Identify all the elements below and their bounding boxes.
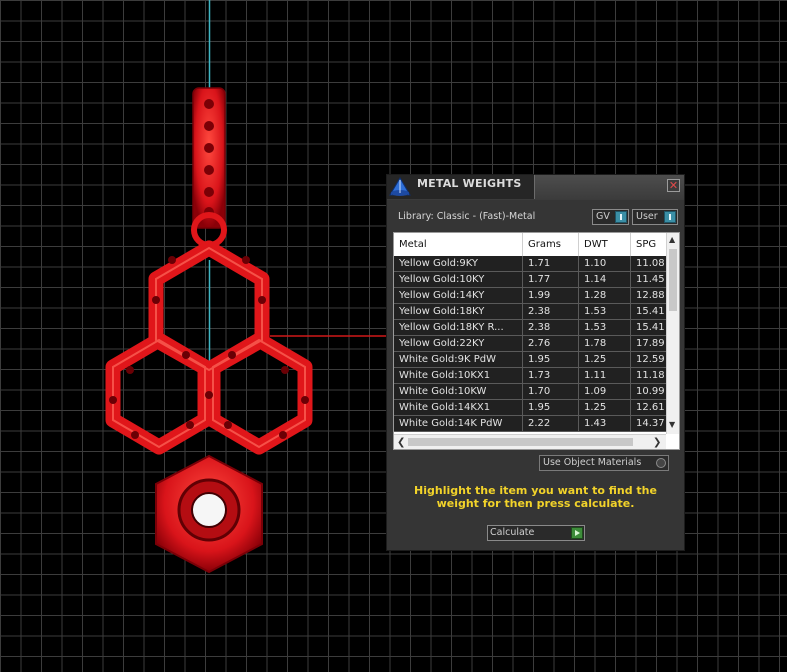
column-header-grams[interactable]: Grams	[523, 233, 579, 256]
cell-dwt: 1.10	[579, 256, 631, 271]
scroll-right-icon[interactable]: ❯	[653, 437, 661, 448]
scroll-down-icon[interactable]: ▼	[669, 420, 675, 429]
cell-spg: 11.08	[631, 256, 671, 271]
table-row[interactable]: Yellow Gold:10KY 1.77 1.14 11.45	[394, 272, 671, 288]
scroll-left-icon[interactable]: ❮	[397, 437, 405, 448]
dialog-title: METAL WEIGHTS	[417, 177, 522, 190]
cell-spg: 15.41	[631, 320, 671, 335]
horizontal-scroll-thumb[interactable]	[408, 438, 633, 446]
cell-metal: White Gold:14K PdW	[394, 416, 523, 431]
column-header-metal[interactable]: Metal	[394, 233, 523, 256]
table-row[interactable]: Yellow Gold:22KY 2.76 1.78 17.89	[394, 336, 671, 352]
cell-metal: Yellow Gold:14KY	[394, 288, 523, 303]
table-row[interactable]: White Gold:9K PdW 1.95 1.25 12.59	[394, 352, 671, 368]
instruction-text: Highlight the item you want to find the …	[414, 484, 657, 510]
table-row[interactable]: White Gold:14K PdW 2.22 1.43 14.37	[394, 416, 671, 432]
vertical-scrollbar[interactable]: ▲ ▼	[666, 233, 679, 434]
metal-weights-dialog: METAL WEIGHTS ✕ Library: Classic - (Fast…	[386, 174, 685, 551]
title-tab: METAL WEIGHTS	[387, 175, 535, 199]
cell-metal: White Gold:9K PdW	[394, 352, 523, 367]
cell-dwt: 1.53	[579, 304, 631, 319]
calculate-button[interactable]: Calculate	[487, 525, 585, 541]
cell-grams: 1.73	[523, 368, 579, 383]
cell-metal: Yellow Gold:10KY	[394, 272, 523, 287]
cell-metal: White Gold:10KX1	[394, 368, 523, 383]
cell-grams: 2.38	[523, 304, 579, 319]
metal-weights-table: Metal Grams DWT SPG Yellow Gold:9KY 1.71 1…	[393, 232, 680, 450]
use-object-materials-label: Use Object Materials	[543, 457, 642, 468]
cell-metal: White Gold:14KX1	[394, 400, 523, 415]
toggle-switch-icon	[615, 211, 627, 223]
cell-metal: White Gold:10KW	[394, 384, 523, 399]
cell-metal: Yellow Gold:9KY	[394, 256, 523, 271]
cell-metal: Yellow Gold:18KY R...	[394, 320, 523, 335]
table-row[interactable]: Yellow Gold:9KY 1.71 1.10 11.08	[394, 256, 671, 272]
cell-spg: 12.88	[631, 288, 671, 303]
title-bar[interactable]: METAL WEIGHTS ✕	[387, 175, 684, 200]
table-row[interactable]: White Gold:10KX1 1.73 1.11 11.18	[394, 368, 671, 384]
cell-dwt: 1.25	[579, 400, 631, 415]
cell-dwt: 1.43	[579, 416, 631, 431]
cell-spg: 14.37	[631, 416, 671, 431]
metal-weights-app-icon	[389, 177, 411, 196]
cell-metal: Yellow Gold:22KY	[394, 336, 523, 351]
cell-dwt: 1.78	[579, 336, 631, 351]
table-rows: Yellow Gold:9KY 1.71 1.10 11.08 Yellow Gold:…	[394, 256, 671, 432]
scroll-up-icon[interactable]: ▲	[669, 235, 675, 244]
library-label: Library: Classic - (Fast)-Metal	[398, 211, 536, 222]
table-row[interactable]: Yellow Gold:18KY 2.38 1.53 15.41	[394, 304, 671, 320]
cell-grams: 2.38	[523, 320, 579, 335]
cell-grams: 1.95	[523, 400, 579, 415]
horizontal-scrollbar[interactable]: ❮ ❯	[394, 434, 666, 449]
cell-dwt: 1.53	[579, 320, 631, 335]
cell-spg: 11.18	[631, 368, 671, 383]
column-header-spg[interactable]: SPG	[631, 233, 671, 256]
cell-dwt: 1.11	[579, 368, 631, 383]
cell-dwt: 1.28	[579, 288, 631, 303]
cell-grams: 1.99	[523, 288, 579, 303]
cell-grams: 1.70	[523, 384, 579, 399]
cell-dwt: 1.09	[579, 384, 631, 399]
gv-toggle[interactable]: GV	[592, 209, 629, 225]
user-toggle[interactable]: User	[632, 209, 678, 225]
cell-dwt: 1.14	[579, 272, 631, 287]
cell-spg: 17.89	[631, 336, 671, 351]
cell-grams: 1.71	[523, 256, 579, 271]
cell-spg: 11.45	[631, 272, 671, 287]
cell-grams: 1.77	[523, 272, 579, 287]
table-header: Metal Grams DWT SPG	[394, 233, 666, 256]
toggle-switch-icon	[664, 211, 676, 223]
cell-metal: Yellow Gold:18KY	[394, 304, 523, 319]
cell-spg: 15.41	[631, 304, 671, 319]
table-row[interactable]: White Gold:10KW 1.70 1.09 10.99	[394, 384, 671, 400]
close-button[interactable]: ✕	[667, 179, 680, 192]
play-arrow-icon	[571, 527, 583, 539]
close-icon: ✕	[668, 179, 679, 192]
user-label: User	[636, 211, 658, 222]
calculate-label: Calculate	[490, 527, 535, 538]
cell-spg: 10.99	[631, 384, 671, 399]
cell-grams: 1.95	[523, 352, 579, 367]
radio-icon	[656, 458, 666, 468]
cell-grams: 2.22	[523, 416, 579, 431]
table-row[interactable]: White Gold:14KX1 1.95 1.25 12.61	[394, 400, 671, 416]
table-row[interactable]: Yellow Gold:18KY R... 2.38 1.53 15.41	[394, 320, 671, 336]
cell-spg: 12.59	[631, 352, 671, 367]
cell-spg: 12.61	[631, 400, 671, 415]
table-row[interactable]: Yellow Gold:14KY 1.99 1.28 12.88	[394, 288, 671, 304]
vertical-scroll-thumb[interactable]	[669, 249, 677, 311]
cell-grams: 2.76	[523, 336, 579, 351]
column-header-dwt[interactable]: DWT	[579, 233, 631, 256]
cell-dwt: 1.25	[579, 352, 631, 367]
gv-label: GV	[596, 211, 610, 222]
use-object-materials-option[interactable]: Use Object Materials	[539, 455, 669, 471]
